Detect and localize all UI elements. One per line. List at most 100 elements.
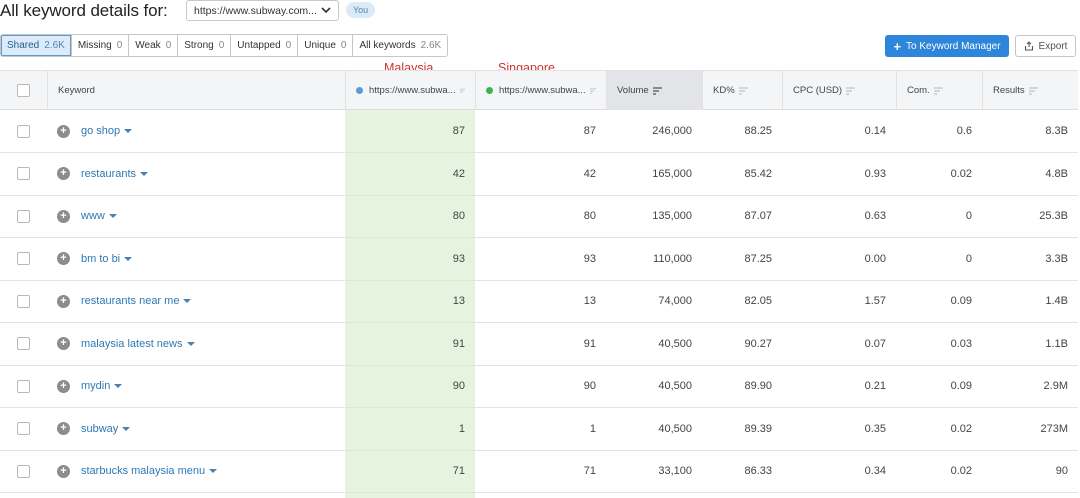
column-header-domain1-label: https://www.subwa... — [369, 85, 456, 96]
keyword-link[interactable]: starbucks malaysia menu — [81, 465, 205, 477]
caret-down-icon[interactable] — [186, 341, 195, 347]
keyword-cell: + go shop — [57, 110, 133, 152]
volume-value: 165,000 — [652, 167, 692, 180]
column-header-keyword-label: Keyword — [58, 85, 95, 96]
row-checkbox[interactable] — [17, 379, 30, 393]
cpc-value: 0.93 — [864, 167, 886, 180]
caret-down-icon[interactable] — [122, 426, 131, 432]
row-checkbox[interactable] — [17, 464, 30, 478]
kd-value: 87.07 — [744, 210, 772, 222]
kd-value: 85.42 — [744, 167, 772, 180]
add-to-list-icon[interactable]: + — [57, 209, 70, 223]
cpc-value: 0.21 — [864, 380, 886, 392]
column-header-keyword[interactable]: Keyword — [47, 71, 345, 110]
table-row: + starbucks malaysia menu 71 71 33,100 86.33 0… — [0, 450, 1078, 493]
add-to-list-icon[interactable]: + — [57, 252, 70, 265]
keyword-link[interactable]: malaysia latest news — [81, 338, 183, 350]
keyword-link[interactable]: bm to bi — [81, 253, 120, 265]
table-row: + subway 1 1 40,500 89.39 0.35 0.02 273M — [0, 408, 1078, 451]
row-checkbox[interactable] — [17, 209, 30, 223]
column-header-cpc[interactable]: CPC (USD) — [782, 71, 896, 110]
column-header-cpc-label: CPC (USD) — [793, 85, 843, 96]
column-header-kd-label: KD% — [713, 85, 735, 96]
filter-tab-all-keywords[interactable]: All keywords 2.6K — [353, 35, 448, 56]
add-to-list-icon[interactable]: + — [57, 379, 70, 393]
domain1-position: 93 — [452, 252, 465, 265]
add-to-list-icon[interactable]: + — [57, 167, 70, 180]
select-all-checkbox[interactable] — [17, 84, 30, 97]
cpc-value: 0.14 — [864, 125, 886, 137]
caret-down-icon[interactable] — [124, 128, 133, 134]
row-checkbox[interactable] — [17, 252, 30, 265]
domain-select[interactable]: https://www.subway.com... — [186, 0, 339, 21]
domain2-position: 87 — [583, 125, 596, 137]
keyword-link[interactable]: mydin — [81, 380, 110, 392]
filter-tab-count: 2.6K — [44, 40, 65, 51]
sort-icon — [846, 86, 856, 95]
volume-value: 135,000 — [652, 210, 692, 222]
sort-icon — [1028, 86, 1038, 95]
keyword-cell: + restaurants near me — [57, 280, 192, 322]
add-to-list-icon[interactable]: + — [57, 464, 70, 478]
column-header-kd[interactable]: KD% — [702, 71, 782, 110]
column-header-volume[interactable]: Volume — [606, 71, 702, 110]
keyword-cell: + bm to bi — [57, 238, 133, 280]
filter-tab-unique[interactable]: Unique 0 — [298, 35, 354, 56]
column-header-com[interactable]: Com. — [896, 71, 982, 110]
to-keyword-manager-button[interactable]: + To Keyword Manager — [885, 35, 1009, 57]
domain1-position: 71 — [452, 465, 465, 477]
header-checkbox-cell — [0, 71, 47, 110]
column-header-domain1[interactable]: https://www.subwa... — [345, 71, 475, 110]
row-checkbox-cell — [17, 280, 30, 322]
filter-tab-count: 0 — [285, 40, 292, 51]
sort-icon — [933, 86, 943, 95]
row-checkbox[interactable] — [17, 167, 30, 180]
add-to-list-icon[interactable]: + — [57, 422, 70, 435]
row-checkbox-cell — [17, 238, 30, 280]
to-keyword-manager-label: To Keyword Manager — [906, 40, 1001, 52]
caret-down-icon[interactable] — [183, 298, 192, 304]
column-header-domain2[interactable]: https://www.subwa... — [475, 71, 606, 110]
results-value: 25.3B — [1039, 210, 1068, 222]
row-checkbox[interactable] — [17, 294, 30, 308]
add-to-list-icon[interactable]: + — [57, 337, 70, 350]
column-header-results[interactable]: Results — [982, 71, 1078, 110]
results-value: 1.1B — [1045, 337, 1068, 350]
volume-value: 40,500 — [658, 422, 692, 435]
domain2-dot-icon — [486, 87, 493, 94]
caret-down-icon[interactable] — [108, 213, 117, 219]
volume-value: 40,500 — [658, 380, 692, 392]
row-checkbox[interactable] — [17, 124, 30, 138]
keyword-link[interactable]: restaurants near me — [81, 295, 179, 307]
caret-down-icon[interactable] — [114, 383, 123, 389]
kd-value: 86.33 — [744, 465, 772, 477]
filter-tab-missing[interactable]: Missing 0 — [71, 35, 130, 56]
kd-value: 88.25 — [744, 125, 772, 137]
filter-tab-weak[interactable]: Weak 0 — [129, 35, 179, 56]
keyword-link[interactable]: go shop — [81, 125, 120, 137]
filter-tab-untapped[interactable]: Untapped 0 — [231, 35, 299, 56]
results-value: 4.8B — [1045, 167, 1068, 180]
results-value: 3.3B — [1045, 252, 1068, 265]
caret-down-icon[interactable] — [209, 468, 218, 474]
domain1-position: 1 — [458, 422, 465, 435]
domain1-position: 80 — [452, 210, 465, 222]
plus-icon: + — [893, 38, 902, 54]
you-badge: You — [346, 2, 376, 18]
export-button[interactable]: Export — [1015, 35, 1076, 57]
row-checkbox[interactable] — [17, 422, 30, 435]
add-to-list-icon[interactable]: + — [57, 294, 70, 308]
caret-down-icon[interactable] — [140, 171, 149, 177]
row-checkbox[interactable] — [17, 337, 30, 350]
caret-down-icon[interactable] — [124, 256, 133, 262]
row-checkbox-cell — [17, 195, 30, 237]
domain1-position: 42 — [452, 167, 465, 180]
add-to-list-icon[interactable]: + — [57, 124, 70, 138]
results-value: 2.9M — [1043, 380, 1068, 392]
keyword-link[interactable]: subway — [81, 423, 118, 435]
com-value: 0.02 — [950, 422, 972, 435]
filter-tab-strong[interactable]: Strong 0 — [178, 35, 232, 56]
keyword-link[interactable]: www — [81, 210, 105, 222]
filter-tab-shared[interactable]: Shared 2.6K — [1, 35, 72, 56]
keyword-link[interactable]: restaurants — [81, 168, 136, 180]
